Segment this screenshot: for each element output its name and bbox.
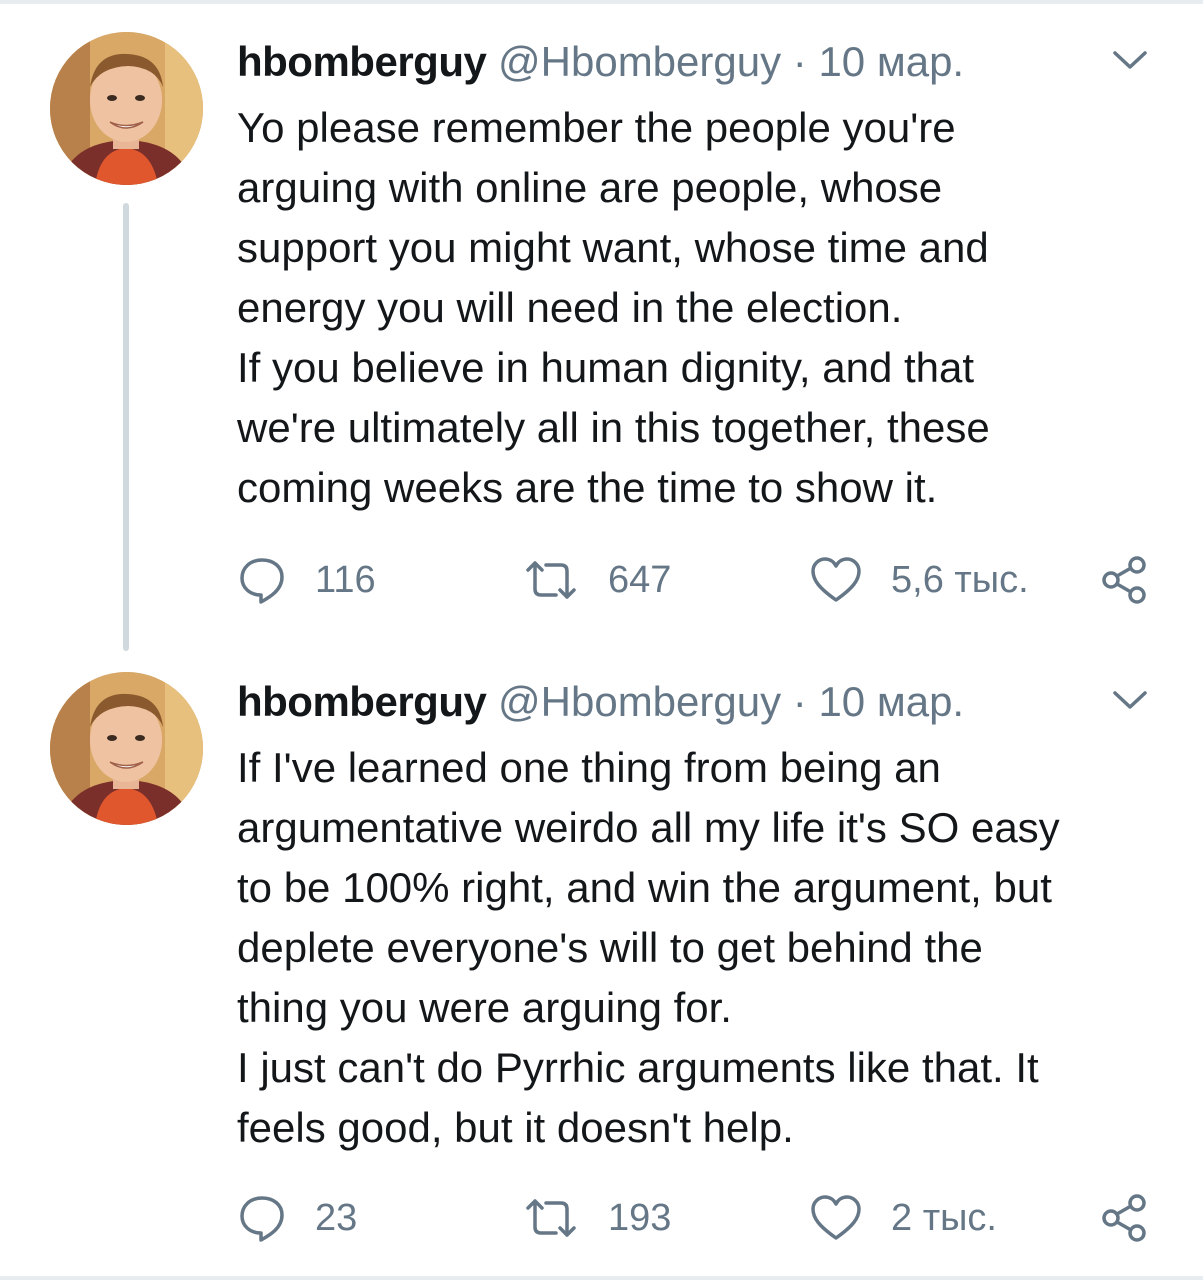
retweet-count: 647 (608, 558, 672, 601)
tweet-actions: 116 647 5,6 тыс. (237, 550, 1177, 610)
chevron-down-icon[interactable] (1110, 685, 1150, 715)
speech-bubble-icon (237, 1193, 287, 1243)
like-button[interactable]: 5,6 тыс. (809, 550, 1029, 610)
like-count: 2 тыс. (891, 1196, 997, 1239)
retweet-arrows-icon (522, 1193, 580, 1243)
tweet-header: hbomberguy @Hbomberguy · 10 мар. (237, 678, 964, 726)
separator: · (792, 38, 807, 85)
separator: · (792, 678, 807, 725)
author-handle[interactable]: @Hbomberguy (498, 678, 781, 725)
tweet-text: Yo please remember the people you're arg… (237, 98, 1177, 518)
tweet-text: If I've learned one thing from being an … (237, 738, 1177, 1158)
tweet-date[interactable]: 10 мар. (818, 38, 964, 85)
tweet-date[interactable]: 10 мар. (818, 678, 964, 725)
reply-count: 23 (315, 1196, 358, 1239)
tweet-paragraph: I just can't do Pyrrhic arguments like t… (237, 1044, 1039, 1151)
tweet-paragraph: If you believe in human dignity, and tha… (237, 344, 990, 511)
author-name[interactable]: hbomberguy (237, 38, 487, 85)
share-button[interactable] (1099, 1188, 1151, 1248)
retweet-count: 193 (608, 1196, 672, 1239)
reply-count: 116 (315, 558, 376, 601)
retweet-button[interactable]: 193 (522, 1188, 671, 1248)
reply-button[interactable]: 116 (237, 550, 376, 610)
avatar[interactable] (50, 672, 203, 825)
heart-icon (809, 555, 863, 605)
author-handle[interactable]: @Hbomberguy (498, 38, 781, 85)
like-count: 5,6 тыс. (891, 558, 1029, 601)
bottom-divider (0, 1276, 1203, 1280)
heart-icon (809, 1193, 863, 1243)
share-nodes-icon (1099, 554, 1151, 606)
author-name[interactable]: hbomberguy (237, 678, 487, 725)
tweet-paragraph: If I've learned one thing from being an … (237, 744, 1060, 1031)
speech-bubble-icon (237, 555, 287, 605)
avatar[interactable] (50, 32, 203, 185)
tweet-header: hbomberguy @Hbomberguy · 10 мар. (237, 38, 964, 86)
tweet-actions: 23 193 2 тыс. (237, 1188, 1177, 1248)
reply-button[interactable]: 23 (237, 1188, 357, 1248)
tweet-paragraph: Yo please remember the people you're arg… (237, 104, 989, 331)
tweet[interactable]: hbomberguy @Hbomberguy · 10 мар. If I've… (0, 640, 1203, 1276)
retweet-button[interactable]: 647 (522, 550, 671, 610)
share-button[interactable] (1099, 550, 1151, 610)
retweet-arrows-icon (522, 555, 580, 605)
tweet[interactable]: hbomberguy @Hbomberguy · 10 мар. Yo plea… (0, 0, 1203, 651)
chevron-down-icon[interactable] (1110, 45, 1150, 75)
share-nodes-icon (1099, 1192, 1151, 1244)
like-button[interactable]: 2 тыс. (809, 1188, 997, 1248)
thread-connector-line (123, 203, 129, 651)
